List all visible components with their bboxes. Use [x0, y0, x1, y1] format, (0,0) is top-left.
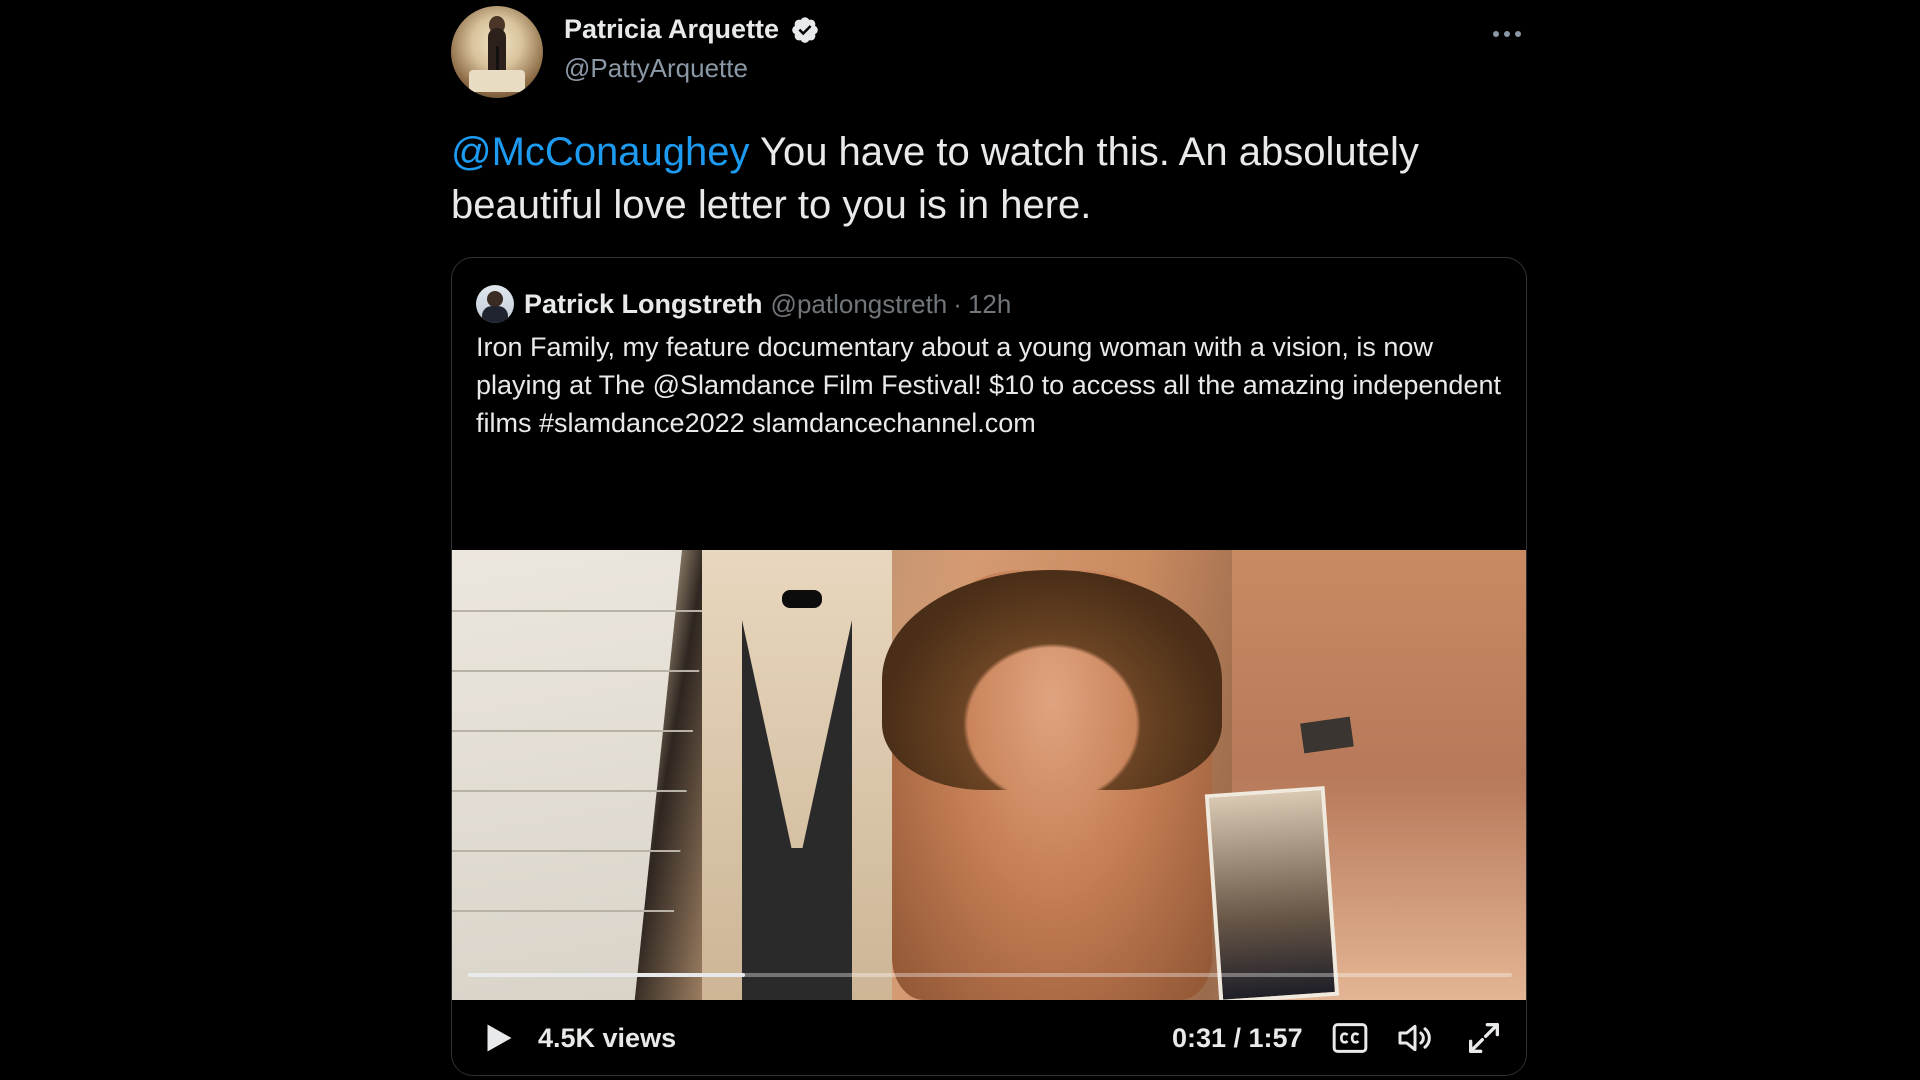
tweet-author-row: Patricia Arquette @PattyArquette: [451, 6, 1527, 98]
volume-icon[interactable]: [1394, 1018, 1436, 1058]
author-display-name[interactable]: Patricia Arquette: [564, 14, 779, 45]
play-icon[interactable]: [480, 1020, 516, 1056]
quote-author-name[interactable]: Patrick Longstreth: [524, 289, 763, 320]
video-player[interactable]: 4.5K views 0:31 / 1:57: [452, 550, 1526, 1075]
verified-icon: [791, 16, 818, 43]
author-info: Patricia Arquette @PattyArquette: [564, 14, 820, 84]
quote-timestamp[interactable]: 12h: [968, 289, 1011, 320]
video-frame[interactable]: [452, 550, 1526, 1000]
more-icon[interactable]: [1487, 24, 1527, 44]
progress-fill: [468, 973, 745, 977]
quote-tweet-card[interactable]: Patrick Longstreth @patlongstreth · 12h …: [451, 257, 1527, 1076]
quote-author-handle[interactable]: @patlongstreth: [771, 289, 948, 320]
author-handle[interactable]: @PattyArquette: [564, 53, 820, 84]
view-count: 4.5K views: [538, 1023, 677, 1053]
video-time: 0:31 / 1:57: [1172, 1023, 1303, 1053]
video-controls: 4.5K views 0:31 / 1:57: [452, 1000, 1526, 1075]
mention-link[interactable]: @McConaughey: [451, 130, 750, 174]
quote-avatar[interactable]: [476, 285, 514, 323]
fullscreen-icon[interactable]: [1464, 1018, 1504, 1058]
cc-icon[interactable]: [1330, 1018, 1370, 1058]
quote-header: Patrick Longstreth @patlongstreth · 12h: [476, 284, 1011, 324]
avatar[interactable]: [451, 6, 543, 98]
quote-text: Iron Family, my feature documentary abou…: [476, 332, 1501, 438]
tweet-text: @McConaughey You have to watch this. An …: [451, 126, 1527, 232]
progress-bar[interactable]: [468, 973, 1512, 977]
tweet: Patricia Arquette @PattyArquette @McCona…: [451, 0, 1527, 1080]
quote-separator: ·: [953, 288, 962, 319]
